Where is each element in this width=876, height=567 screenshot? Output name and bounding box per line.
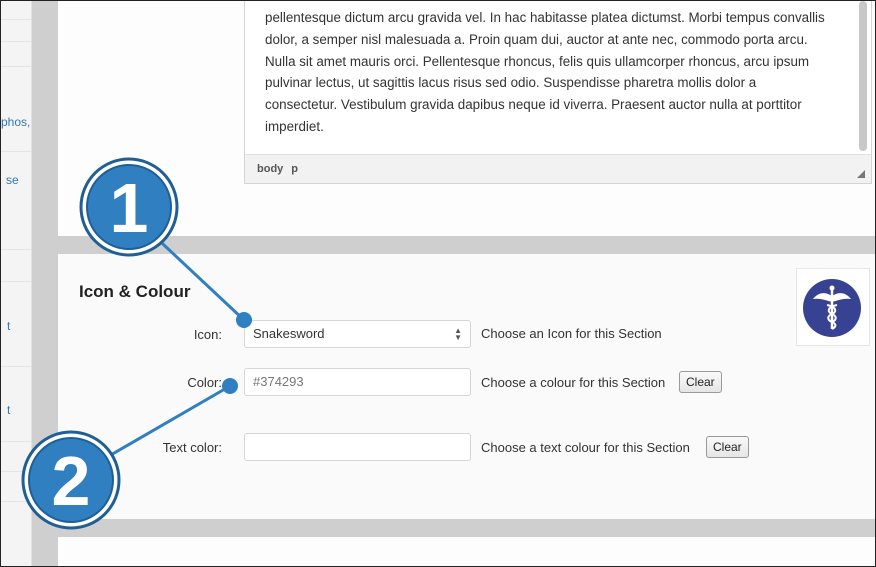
- callout-2-badge: 2: [21, 430, 121, 530]
- callout-1-number: 1: [110, 169, 149, 247]
- callout-1-badge: 1: [79, 157, 179, 257]
- callout-2-number: 2: [52, 442, 91, 520]
- window-frame: phos, se t t pellentesque dictum arcu gr…: [0, 0, 876, 567]
- callout-1-connector: [147, 229, 252, 328]
- callout-2-connector: [108, 378, 238, 458]
- callout-overlay: 1 2: [21, 157, 252, 530]
